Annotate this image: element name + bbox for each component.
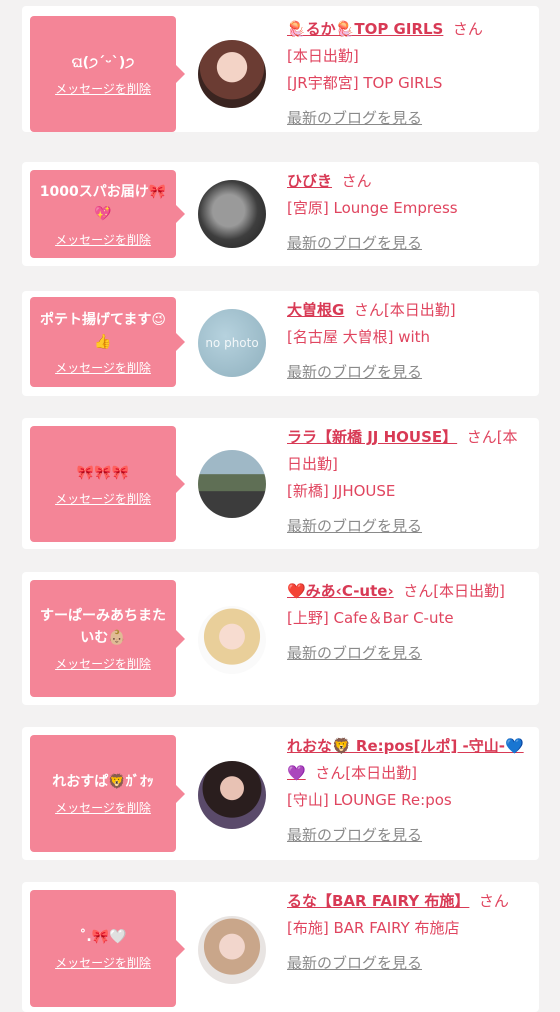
cast-name-link[interactable]: 🪼るか🪼TOP GIRLS bbox=[287, 20, 443, 38]
latest-blog-link[interactable]: 最新のブログを見る bbox=[287, 109, 422, 127]
cast-name-link[interactable]: るな【BAR FAIRY 布施】 bbox=[287, 892, 469, 910]
name-suffix: さん[本日出勤] bbox=[315, 764, 417, 782]
avatar[interactable] bbox=[198, 606, 266, 674]
message-card: ˚.🎀🤍 メッセージを削除 るな【BAR FAIRY 布施】 さん [布施] B… bbox=[22, 882, 539, 1012]
latest-blog-link[interactable]: 最新のブログを見る bbox=[287, 363, 422, 381]
avatar[interactable]: no photo bbox=[198, 309, 266, 377]
shop-text: [宮原] Lounge Empress bbox=[287, 199, 458, 217]
message-text: すーぱーみあちまたいむ👶🏼 bbox=[40, 608, 166, 646]
message-card: ଘ(੭ˊᵕˋ)੭ メッセージを削除 🪼るか🪼TOP GIRLS さん [本日出勤… bbox=[22, 6, 539, 132]
cast-info: ❤️みあ‹C-ute› さん[本日出勤] [上野] Cafe＆Bar C-ute… bbox=[287, 578, 527, 667]
avatar[interactable] bbox=[198, 180, 266, 248]
cast-info: るな【BAR FAIRY 布施】 さん [布施] BAR FAIRY 布施店 最… bbox=[287, 888, 527, 977]
cast-info: 大曽根G さん[本日出勤] [名古屋 大曽根] with 最新のブログを見る bbox=[287, 297, 527, 386]
shop-text: [上野] Cafe＆Bar C-ute bbox=[287, 609, 454, 627]
message-text: 1000スパお届け🎀💖 bbox=[39, 183, 167, 222]
latest-blog-link[interactable]: 最新のブログを見る bbox=[287, 826, 422, 844]
avatar[interactable] bbox=[198, 761, 266, 829]
cast-info: ララ【新橋 JJ HOUSE】 さん[本日出勤] [新橋] JJHOUSE 最新… bbox=[287, 424, 527, 540]
shop-text: [布施] BAR FAIRY 布施店 bbox=[287, 919, 460, 937]
cast-info: 🪼るか🪼TOP GIRLS さん [本日出勤] [JR宇都宮] TOP GIRL… bbox=[287, 16, 527, 132]
status-text: [本日出勤] bbox=[287, 47, 359, 65]
avatar[interactable] bbox=[198, 450, 266, 518]
message-bubble: 🎀🎀🎀 メッセージを削除 bbox=[30, 426, 185, 542]
message-text: ˚.🎀🤍 bbox=[79, 929, 127, 945]
name-suffix: さん[本日出勤] bbox=[353, 301, 456, 319]
message-card: 1000スパお届け🎀💖 メッセージを削除 ひびき さん [宮原] Lounge … bbox=[22, 162, 539, 266]
shop-text: [名古屋 大曽根] with bbox=[287, 328, 431, 346]
name-suffix: さん bbox=[341, 172, 372, 190]
delete-message-link[interactable]: メッセージを削除 bbox=[55, 954, 151, 971]
message-card: 🎀🎀🎀 メッセージを削除 ララ【新橋 JJ HOUSE】 さん[本日出勤] [新… bbox=[22, 418, 539, 549]
message-bubble: すーぱーみあちまたいむ👶🏼 メッセージを削除 bbox=[30, 580, 185, 697]
cast-info: れおな🦁 Re:pos[ルポ] -守山-💙💜 さん[本日出勤] [守山] LOU… bbox=[287, 733, 527, 849]
cast-name-link[interactable]: ❤️みあ‹C-ute› bbox=[287, 582, 394, 600]
shop-text: [新橋] JJHOUSE bbox=[287, 482, 396, 500]
cast-info: ひびき さん [宮原] Lounge Empress 最新のブログを見る bbox=[287, 168, 527, 257]
message-bubble: れおすぱ🦁ｶﾞｵｯ メッセージを削除 bbox=[30, 735, 185, 852]
delete-message-link[interactable]: メッセージを削除 bbox=[55, 655, 151, 672]
message-bubble: ポテト揚げてます😉👍 メッセージを削除 bbox=[30, 297, 185, 387]
message-bubble: ଘ(੭ˊᵕˋ)੭ メッセージを削除 bbox=[30, 16, 185, 132]
message-card: れおすぱ🦁ｶﾞｵｯ メッセージを削除 れおな🦁 Re:pos[ルポ] -守山-💙… bbox=[22, 727, 539, 860]
avatar[interactable] bbox=[198, 40, 266, 108]
delete-message-link[interactable]: メッセージを削除 bbox=[55, 799, 151, 816]
cast-name-link[interactable]: ひびき bbox=[287, 172, 332, 190]
delete-message-link[interactable]: メッセージを削除 bbox=[55, 359, 151, 376]
name-suffix: さん bbox=[452, 20, 483, 38]
latest-blog-link[interactable]: 最新のブログを見る bbox=[287, 954, 422, 972]
delete-message-link[interactable]: メッセージを削除 bbox=[55, 80, 151, 97]
message-text: ポテト揚げてます😉👍 bbox=[40, 311, 166, 350]
message-text: ଘ(੭ˊᵕˋ)੭ bbox=[71, 54, 135, 71]
name-suffix: さん[本日出勤] bbox=[403, 582, 505, 600]
delete-message-link[interactable]: メッセージを削除 bbox=[55, 490, 151, 507]
latest-blog-link[interactable]: 最新のブログを見る bbox=[287, 644, 422, 662]
cast-name-link[interactable]: 大曽根G bbox=[287, 301, 344, 319]
message-text: れおすぱ🦁ｶﾞｵｯ bbox=[52, 774, 154, 790]
latest-blog-link[interactable]: 最新のブログを見る bbox=[287, 234, 422, 252]
cast-name-link[interactable]: ララ【新橋 JJ HOUSE】 bbox=[287, 428, 457, 446]
avatar[interactable] bbox=[198, 916, 266, 984]
name-suffix: さん bbox=[478, 892, 509, 910]
shop-text: [JR宇都宮] TOP GIRLS bbox=[287, 74, 443, 92]
shop-text: [守山] LOUNGE Re:pos bbox=[287, 791, 452, 809]
message-bubble: ˚.🎀🤍 メッセージを削除 bbox=[30, 890, 185, 1007]
message-text: 🎀🎀🎀 bbox=[76, 464, 130, 481]
no-photo-text: no photo bbox=[205, 336, 259, 350]
message-bubble: 1000スパお届け🎀💖 メッセージを削除 bbox=[30, 170, 185, 258]
message-card: すーぱーみあちまたいむ👶🏼 メッセージを削除 ❤️みあ‹C-ute› さん[本日… bbox=[22, 572, 539, 705]
message-card: ポテト揚げてます😉👍 メッセージを削除 no photo 大曽根G さん[本日出… bbox=[22, 291, 539, 396]
delete-message-link[interactable]: メッセージを削除 bbox=[55, 231, 151, 248]
latest-blog-link[interactable]: 最新のブログを見る bbox=[287, 517, 422, 535]
